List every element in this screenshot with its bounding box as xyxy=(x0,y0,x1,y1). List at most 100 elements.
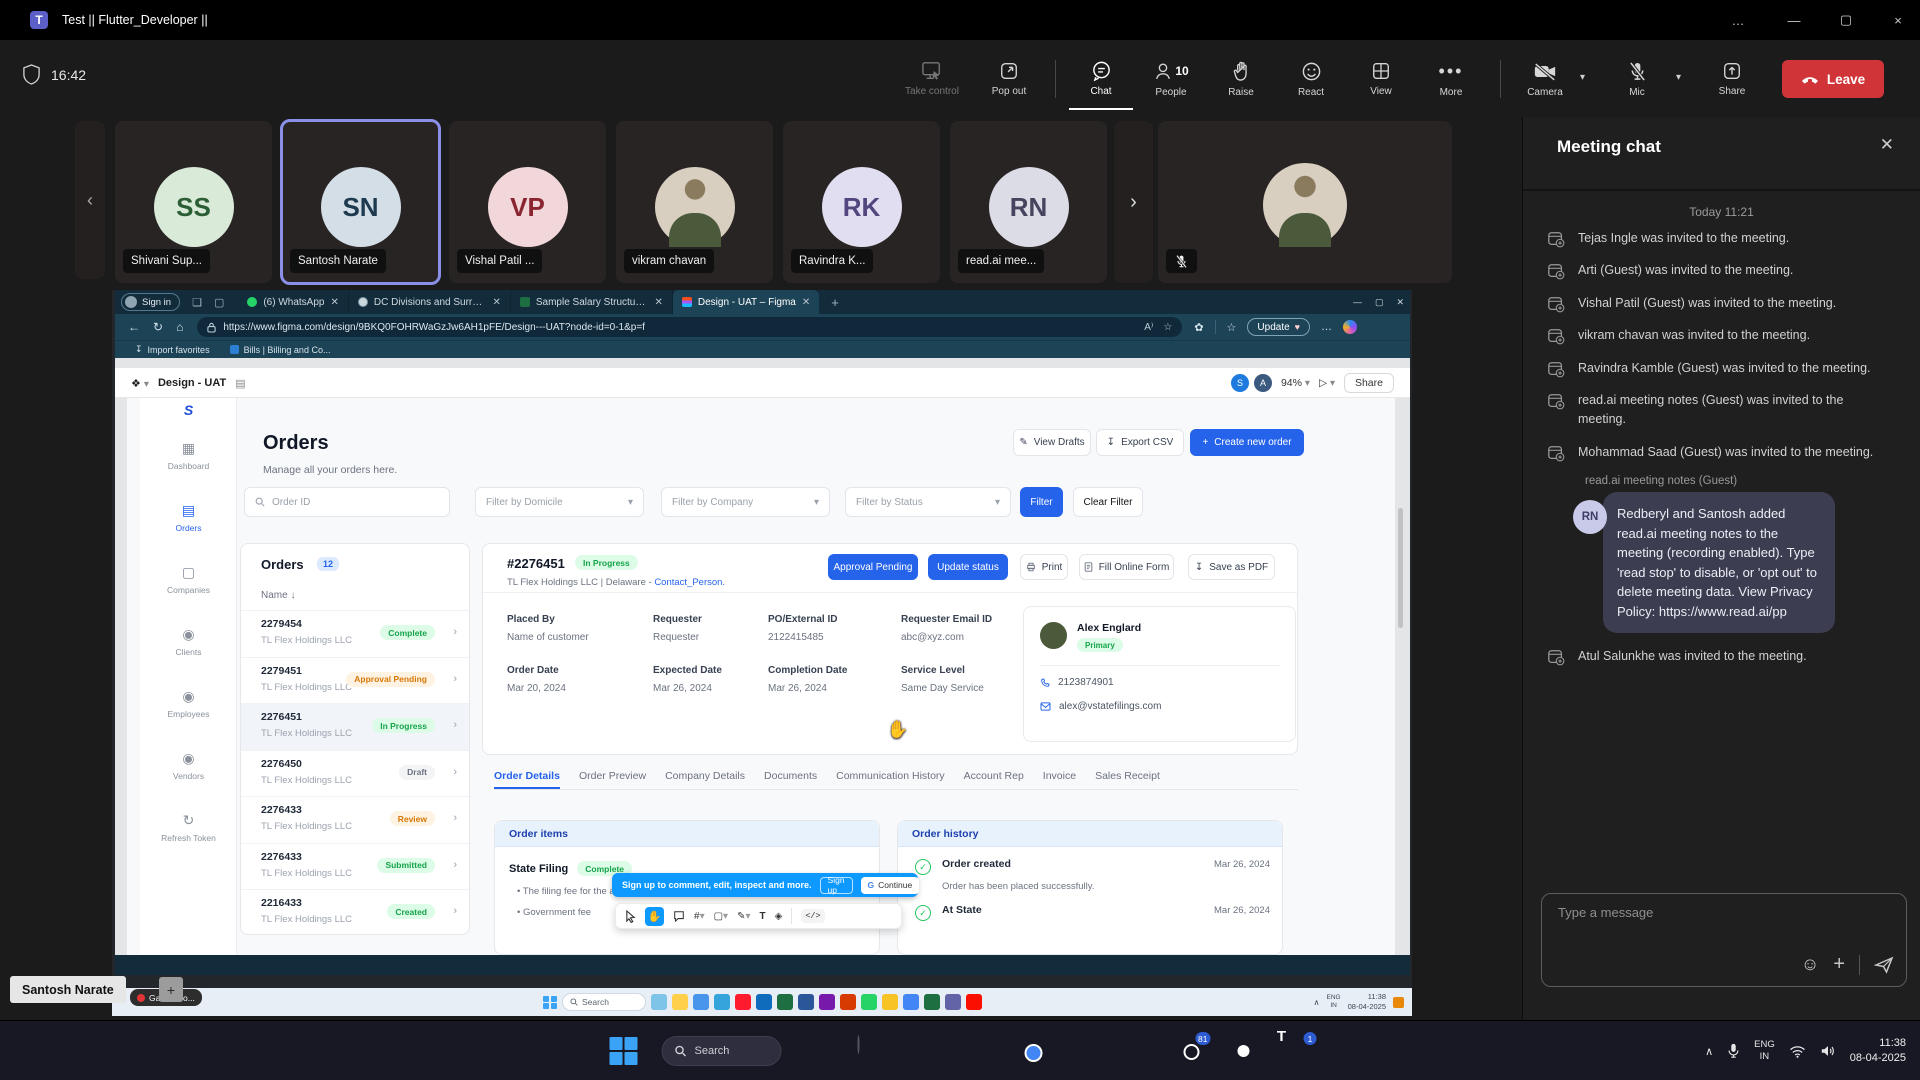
shared-taskbar-app-icon[interactable] xyxy=(714,994,730,1010)
figma-zoom-level[interactable]: 94% ▾ xyxy=(1281,377,1310,389)
taskbar-app-icon[interactable] xyxy=(964,1036,994,1066)
tray-mic-icon[interactable] xyxy=(1727,1043,1740,1059)
domicile-filter-dropdown[interactable]: Filter by Domicile▾ xyxy=(475,487,644,517)
detail-tab[interactable]: Invoice xyxy=(1043,770,1076,789)
wifi-icon[interactable] xyxy=(1789,1045,1806,1058)
sidebar-item[interactable]: ▢ Companies xyxy=(140,548,237,610)
read-aloud-icon[interactable]: A⁾ xyxy=(1144,322,1153,333)
dev-mode-icon[interactable]: </> xyxy=(801,909,824,923)
volume-icon[interactable] xyxy=(1820,1044,1836,1058)
presenter-pin-button[interactable]: + xyxy=(159,977,183,1002)
contact-email[interactable]: alex@vstatefilings.com xyxy=(1059,701,1161,712)
browser-tab[interactable]: Design - UAT – Figma ✕ xyxy=(673,290,819,314)
shared-language-indicator[interactable]: ENGIN xyxy=(1327,994,1341,1010)
mic-button[interactable]: Mic xyxy=(1605,48,1669,110)
browser-minimize-icon[interactable]: — xyxy=(1353,297,1362,308)
sign-up-button[interactable]: Sign up xyxy=(820,877,853,894)
name-column-header[interactable]: Name ↓ xyxy=(261,590,295,601)
spotlight-tile[interactable] xyxy=(1158,121,1452,283)
shared-notification-icon[interactable] xyxy=(1393,997,1404,1008)
tray-chevron-icon[interactable]: ∧ xyxy=(1705,1045,1713,1058)
print-button[interactable]: Print xyxy=(1020,554,1068,580)
pen-tool-icon[interactable]: ✎▾ xyxy=(737,911,750,922)
order-row[interactable]: 2276451 TL Flex Holdings LLC In Progress… xyxy=(241,703,470,750)
minimize-button[interactable]: — xyxy=(1772,0,1816,40)
camera-button[interactable]: Camera xyxy=(1513,48,1577,110)
collaborator-avatar[interactable]: S xyxy=(1231,374,1249,392)
figma-share-button[interactable]: Share xyxy=(1344,373,1394,393)
tiles-next-button[interactable]: › xyxy=(1114,121,1153,283)
taskbar-app-icon[interactable]: 1 xyxy=(1282,1036,1312,1066)
shared-taskbar-app-icon[interactable] xyxy=(651,994,667,1010)
collaborator-avatar[interactable]: A xyxy=(1254,374,1272,392)
shared-taskbar-app-icon[interactable] xyxy=(693,994,709,1010)
detail-tab[interactable]: Account Rep xyxy=(964,770,1024,789)
pop-out-button[interactable]: Pop out xyxy=(977,48,1041,110)
taskbar-app-icon[interactable] xyxy=(1017,1036,1047,1066)
shared-taskbar-app-icon[interactable] xyxy=(672,994,688,1010)
shared-taskbar-app-icon[interactable] xyxy=(903,994,919,1010)
refresh-icon[interactable]: ↻ xyxy=(153,320,163,334)
favorites-bar-icon[interactable]: ☆ xyxy=(1227,321,1237,334)
tab-close-icon[interactable]: ✕ xyxy=(654,297,662,308)
shared-taskbar-app-icon[interactable] xyxy=(882,994,898,1010)
browser-tab[interactable]: DC Divisions and Surroundings ✕ xyxy=(349,290,511,314)
order-row[interactable]: 2276433 TL Flex Holdings LLC Submitted › xyxy=(241,843,470,890)
participant-tile[interactable]: SN Santosh Narate xyxy=(282,121,439,283)
emoji-icon[interactable]: ☺ xyxy=(1801,954,1819,975)
new-tab-button[interactable]: + xyxy=(831,295,839,310)
vertical-tabs-icon[interactable]: ▢ xyxy=(214,296,224,309)
detail-tab[interactable]: Documents xyxy=(764,770,817,789)
sidebar-item[interactable]: ↻ Refresh Token xyxy=(140,796,237,858)
fill-online-form-button[interactable]: Fill Online Form xyxy=(1079,554,1174,580)
detail-tab[interactable]: Order Details xyxy=(494,770,560,789)
tab-close-icon[interactable]: ✕ xyxy=(802,297,810,308)
shared-taskbar-app-icon[interactable] xyxy=(966,994,982,1010)
react-button[interactable]: React xyxy=(1279,48,1343,110)
participant-tile[interactable]: SS Shivani Sup... xyxy=(115,121,272,283)
save-as-pdf-button[interactable]: ↧Save as PDF xyxy=(1188,554,1275,580)
people-button[interactable]: 10 People xyxy=(1139,48,1203,110)
figma-present-icon[interactable]: ▷ ▾ xyxy=(1319,377,1335,389)
company-filter-dropdown[interactable]: Filter by Company▾ xyxy=(661,487,830,517)
camera-options-chevron[interactable]: ▾ xyxy=(1580,72,1585,83)
shape-tool-icon[interactable]: ▢▾ xyxy=(714,911,728,922)
maximize-button[interactable]: ▢ xyxy=(1824,0,1868,40)
browser-tab[interactable]: (6) WhatsApp ✕ xyxy=(238,290,349,314)
shared-taskbar-app-icon[interactable] xyxy=(924,994,940,1010)
taskbar-app-icon[interactable] xyxy=(1123,1036,1153,1066)
frame-tool-icon[interactable]: #▾ xyxy=(694,911,705,922)
participant-tile[interactable]: RK Ravindra K... xyxy=(783,121,940,283)
status-filter-dropdown[interactable]: Filter by Status▾ xyxy=(845,487,1011,517)
detail-tab[interactable]: Communication History xyxy=(836,770,945,789)
shared-taskbar-app-icon[interactable] xyxy=(945,994,961,1010)
assets-tool-icon[interactable]: ◈ xyxy=(775,911,783,922)
chat-message-input[interactable] xyxy=(1556,904,1876,921)
tab-close-icon[interactable]: ✕ xyxy=(492,297,500,308)
sidebar-item[interactable]: ◉ Employees xyxy=(140,672,237,734)
shared-taskbar-app-icon[interactable] xyxy=(756,994,772,1010)
tab-close-icon[interactable]: ✕ xyxy=(330,297,338,308)
chat-close-icon[interactable]: ✕ xyxy=(1880,135,1894,155)
order-row[interactable]: 2279451 TL Flex Holdings LLC Approval Pe… xyxy=(241,657,470,704)
shared-start-icon[interactable] xyxy=(542,995,557,1010)
clear-filter-button[interactable]: Clear Filter xyxy=(1073,487,1143,517)
taskbar-app-icon[interactable] xyxy=(1229,1036,1259,1066)
figma-pages-icon[interactable]: ▤ xyxy=(235,377,245,390)
shared-taskbar-app-icon[interactable] xyxy=(840,994,856,1010)
bookmark-item[interactable]: Bills | Billing and Co... xyxy=(230,345,331,355)
detail-tab[interactable]: Company Details xyxy=(665,770,745,789)
attach-plus-icon[interactable]: + xyxy=(1833,953,1845,976)
update-button[interactable]: Update ♥ xyxy=(1247,318,1310,336)
browser-more-icon[interactable]: … xyxy=(1321,321,1332,333)
order-id-search-input[interactable]: Order ID xyxy=(244,487,450,517)
tiles-prev-button[interactable]: ‹ xyxy=(75,121,105,279)
participant-tile[interactable]: vikram chavan xyxy=(616,121,773,283)
back-icon[interactable]: ← xyxy=(128,320,140,334)
contact-person-link[interactable]: Contact_Person. xyxy=(654,577,725,588)
mic-options-chevron[interactable]: ▾ xyxy=(1676,72,1681,83)
browser-close-icon[interactable]: ✕ xyxy=(1396,297,1404,308)
taskbar-clock[interactable]: 11:3808-04-2025 xyxy=(1850,1036,1906,1067)
approval-pending-button[interactable]: Approval Pending xyxy=(828,554,918,580)
browser-maximize-icon[interactable]: ▢ xyxy=(1375,297,1384,308)
